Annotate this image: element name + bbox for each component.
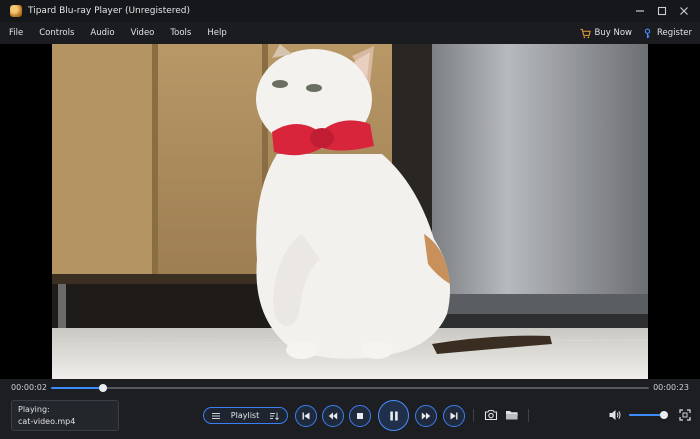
video-area[interactable] [0,44,700,379]
rewind-button[interactable] [322,405,344,427]
video-picture [52,44,648,379]
playlist-button[interactable]: Playlist [203,407,288,424]
menu-video[interactable]: Video [124,28,162,38]
separator [473,409,474,422]
open-folder-button[interactable] [504,407,520,423]
menu-help[interactable]: Help [200,28,233,38]
folder-icon [506,411,518,420]
snapshot-button[interactable] [483,407,499,423]
skip-previous-icon [302,412,310,420]
previous-button[interactable] [295,405,317,427]
buy-now-label: Buy Now [594,28,632,38]
menu-bar: File Controls Audio Video Tools Help Buy… [0,22,700,44]
close-button[interactable] [676,3,692,19]
pause-button[interactable] [378,400,409,431]
cart-icon [579,28,591,38]
register-button[interactable]: Register [642,28,692,39]
fast-forward-icon [421,412,431,420]
tipard-logo-icon [10,5,22,17]
register-label: Register [657,28,692,38]
seek-bar[interactable] [51,384,649,392]
skip-next-icon [450,412,458,420]
camera-icon [484,409,498,421]
now-playing-file: cat-video.mp4 [18,417,76,426]
rewind-icon [328,412,338,420]
window-title: Tipard Blu-ray Player (Unregistered) [28,6,191,16]
fullscreen-icon [679,409,691,421]
fullscreen-button[interactable] [677,407,693,423]
list-icon [212,412,220,419]
control-bar: Playing: cat-video.mp4 Playlist [0,397,700,439]
menu-audio[interactable]: Audio [83,28,121,38]
volume-slider-fill [629,414,664,416]
key-icon [644,28,651,38]
volume-slider-thumb[interactable] [659,411,668,419]
now-playing-box: Playing: cat-video.mp4 [11,400,119,431]
stop-button[interactable] [349,405,371,427]
next-button[interactable] [443,405,465,427]
minimize-icon [636,10,644,12]
title-bar: Tipard Blu-ray Player (Unregistered) [0,0,700,22]
menu-tools[interactable]: Tools [163,28,198,38]
buy-now-button[interactable]: Buy Now [579,28,632,39]
menu-controls[interactable]: Controls [32,28,81,38]
stop-icon [357,413,363,419]
total-time: 00:00:23 [653,383,689,392]
now-playing-label: Playing: [18,405,50,414]
progress-row: 00:00:02 00:00:23 [0,379,700,397]
maximize-icon [657,6,667,16]
separator [528,409,529,422]
seek-bar-fill [51,387,104,389]
maximize-button[interactable] [654,3,670,19]
pause-icon [389,411,398,420]
sort-icon [270,412,279,420]
menu-file[interactable]: File [2,28,30,38]
minimize-button[interactable] [632,3,648,19]
playlist-label: Playlist [230,411,260,420]
volume-icon [609,410,621,420]
close-icon [680,7,688,15]
video-frame[interactable] [52,44,648,379]
current-time: 00:00:02 [11,383,47,392]
seek-bar-thumb[interactable] [99,384,108,392]
fast-forward-button[interactable] [415,405,437,427]
volume-slider[interactable] [629,411,668,419]
volume-button[interactable] [607,407,623,423]
